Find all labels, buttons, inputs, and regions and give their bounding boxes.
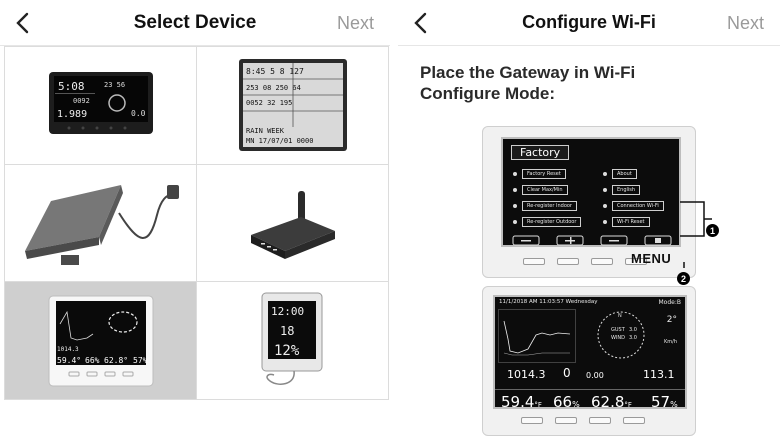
- svg-text:253 08 250 64: 253 08 250 64: [246, 84, 301, 92]
- rain-button[interactable]: [555, 417, 577, 424]
- next-button[interactable]: Next: [727, 13, 764, 34]
- device-tile[interactable]: [5, 164, 197, 283]
- menu-option: English: [603, 185, 641, 195]
- device-tile[interactable]: 8:45 5 8 127 253 08 250 64 0052 32 195 R…: [197, 47, 389, 165]
- wind-label: WIND: [611, 335, 626, 341]
- device-grid: 5:08 23 56 0092 1.989 0.0 8:45 5 8 127 2…: [4, 46, 389, 400]
- console-buttons: [523, 258, 647, 265]
- menu-option: About: [603, 169, 637, 179]
- device-tile-selected[interactable]: 1014.3 59.4° 66% 62.8° 57%: [5, 282, 197, 400]
- draw-button[interactable]: [523, 258, 545, 265]
- svg-text:12:00: 12:00: [271, 305, 304, 318]
- device-tile[interactable]: 12:00 18 12%: [197, 282, 389, 400]
- outdoor-humidity: 57%: [651, 393, 678, 409]
- select-device-screen: Select Device Next 5:08 23 56 0092 1.989…: [0, 0, 390, 437]
- page-title: Configure Wi-Fi: [522, 12, 656, 32]
- menu-option: Factory Reset: [513, 169, 566, 179]
- menu-option: Clear Max/Min: [513, 185, 568, 195]
- wind-value: 3.0: [629, 335, 637, 341]
- svg-text:MN 17/07/01 0000: MN 17/07/01 0000: [246, 137, 313, 145]
- svg-text:59.4°: 59.4°: [57, 356, 81, 365]
- mode-label: Mode:B: [658, 299, 682, 306]
- uvi-value: 0: [563, 366, 571, 380]
- svg-text:5:08: 5:08: [58, 80, 85, 93]
- instruction-heading: Place the Gateway in Wi-Fi Configure Mod…: [420, 63, 636, 103]
- console-buttons: [521, 417, 645, 424]
- rain-value: 113.1: [643, 368, 675, 381]
- menu-option: Re-register Indoor: [513, 201, 577, 211]
- draw-button[interactable]: [521, 417, 543, 424]
- indoor-temp: 59.4°F: [501, 393, 542, 409]
- menu-screen-title: Factory: [511, 145, 570, 160]
- svg-text:N: N: [618, 313, 622, 319]
- thermo-hygrometer-icon: 12:00 18 12%: [261, 292, 322, 385]
- wind-unit: Km/h: [663, 339, 677, 345]
- svg-text:57%: 57%: [133, 356, 148, 365]
- rain-button[interactable]: [557, 258, 579, 265]
- menu-option: Re-register Outdoor: [513, 217, 582, 227]
- temp-button[interactable]: [591, 258, 613, 265]
- outdoor-temp: 62.8°F: [591, 393, 632, 409]
- gateway-console-menu: Factory Factory Reset Clear Max/Min Re-r…: [482, 126, 696, 278]
- svg-text:1.989: 1.989: [57, 109, 87, 120]
- console-screen: Factory Factory Reset Clear Max/Min Re-r…: [501, 137, 681, 247]
- menu-button[interactable]: [623, 417, 645, 424]
- color-weather-station-icon: 1014.3 59.4° 66% 62.8° 57%: [48, 295, 153, 387]
- svg-text:62.8°: 62.8°: [104, 356, 128, 365]
- light-value: 0.00: [586, 371, 604, 380]
- indoor-humidity: 66%: [553, 393, 580, 409]
- weather-display-icon: 5:08 23 56 0092 1.989 0.0: [48, 72, 153, 135]
- nav-bar: Select Device Next: [0, 0, 390, 46]
- device-tile[interactable]: 5:08 23 56 0092 1.989 0.0: [5, 47, 197, 165]
- menu-option-connection-wifi: Connection Wi-Fi: [603, 201, 664, 211]
- svg-text:66%: 66%: [85, 356, 100, 365]
- callout-badge-2: 2: [677, 272, 690, 285]
- menu-softkeys: [512, 235, 672, 246]
- temp-button[interactable]: [589, 417, 611, 424]
- svg-text:18: 18: [280, 324, 294, 338]
- svg-text:0092: 0092: [73, 97, 90, 105]
- device-tile[interactable]: [197, 164, 389, 283]
- datetime: 11/1/2018 AM 11:03:57 Wednesday: [499, 299, 598, 305]
- svg-text:RAIN WEEK: RAIN WEEK: [246, 127, 285, 135]
- next-button[interactable]: Next: [337, 13, 374, 34]
- svg-text:1014.3: 1014.3: [57, 346, 79, 353]
- gust-value: 3.0: [629, 327, 637, 333]
- configure-wifi-screen: Configure Wi-Fi Next Place the Gateway i…: [398, 0, 780, 437]
- gateway-console-live: 11/1/2018 AM 11:03:57 Wednesday Mode:B 2…: [482, 286, 696, 436]
- svg-text:12%: 12%: [274, 343, 300, 359]
- history-graph-icon: [498, 309, 576, 363]
- console-screen: 11/1/2018 AM 11:03:57 Wednesday Mode:B 2…: [493, 295, 687, 409]
- page-title: Select Device: [133, 12, 257, 33]
- svg-text:0.0: 0.0: [131, 109, 146, 118]
- weather-console-icon: 8:45 5 8 127 253 08 250 64 0052 32 195 R…: [238, 59, 347, 152]
- wifi-receiver-icon: [250, 190, 335, 259]
- svg-text:8:45 5 8 127: 8:45 5 8 127: [246, 67, 304, 76]
- nav-bar: Configure Wi-Fi Next: [398, 0, 780, 46]
- menu-option: Wi-Fi Reset: [603, 217, 650, 227]
- pressure-value: 1014.3: [507, 368, 546, 381]
- svg-text:0052 32 195: 0052 32 195: [246, 99, 292, 107]
- wifi-gateway-icon: [24, 184, 179, 265]
- svg-text:23 56: 23 56: [104, 81, 125, 89]
- callout-badge-1: 1: [706, 224, 719, 237]
- gust-label: GUST: [611, 327, 625, 333]
- wind-direction: 2°: [666, 315, 677, 325]
